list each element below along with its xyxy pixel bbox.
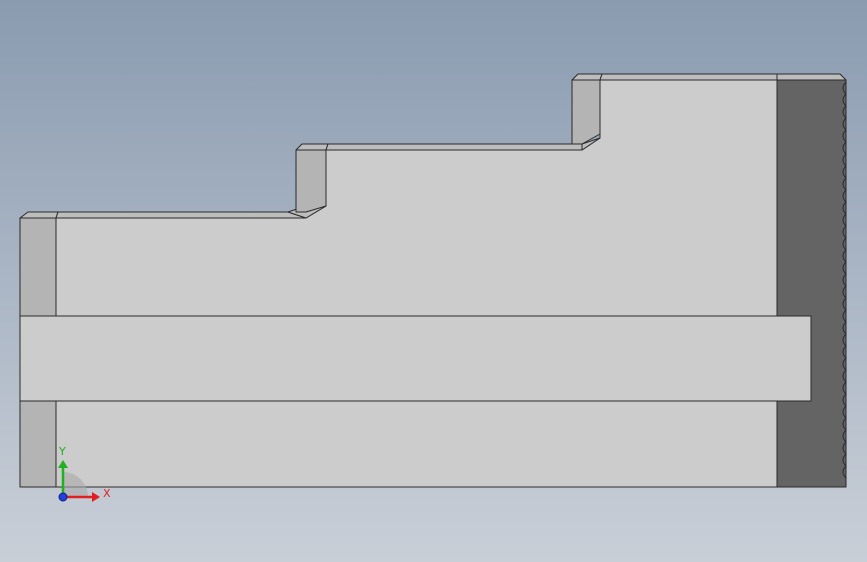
triad-y-label: Y xyxy=(58,445,66,458)
step2-top-face xyxy=(295,143,329,151)
part-front-face xyxy=(55,79,778,488)
center-slot-face xyxy=(19,315,812,402)
step2-side-face xyxy=(295,149,327,213)
triad-z-axis xyxy=(58,492,68,502)
triad-x-arrowhead xyxy=(92,492,100,502)
step3-top-face-long xyxy=(599,73,778,81)
step3-side-face xyxy=(571,79,601,145)
step3-top-face xyxy=(571,73,603,81)
triad-x-label: X xyxy=(103,487,111,500)
jaw-part[interactable] xyxy=(19,73,847,488)
step1-left-face-upper xyxy=(19,217,57,317)
serrated-face xyxy=(776,79,847,488)
step1-left-face-lower xyxy=(19,400,57,488)
model-viewport[interactable]: Y X xyxy=(0,0,867,562)
step1-top-face xyxy=(19,211,59,219)
step2-top-face-long xyxy=(325,143,583,151)
serrated-top-face xyxy=(776,73,847,81)
step1-top-face-long xyxy=(55,211,307,219)
